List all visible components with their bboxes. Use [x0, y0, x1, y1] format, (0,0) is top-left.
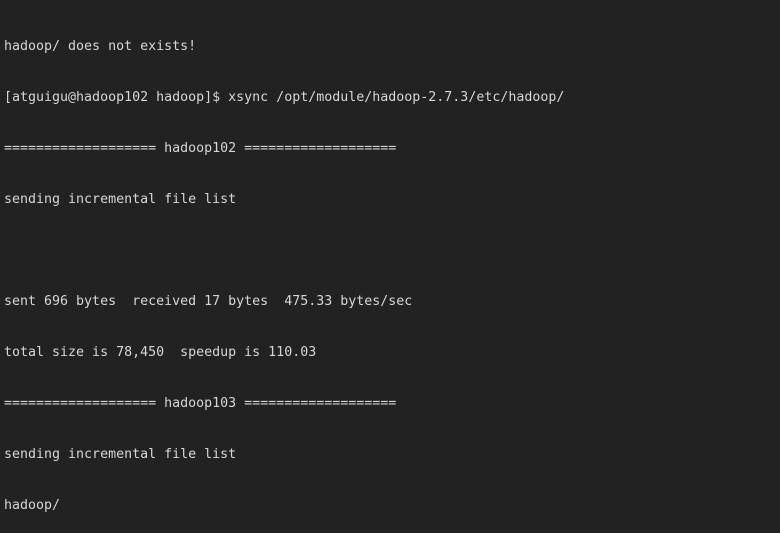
terminal-line-output: hadoop/ does not exists! [4, 39, 197, 54]
terminal-window[interactable]: hadoop/ does not exists! [atguigu@hadoop… [0, 0, 780, 533]
terminal-line-output: hadoop/ [4, 498, 61, 513]
terminal-screen[interactable]: hadoop/ does not exists! [atguigu@hadoop… [4, 0, 564, 533]
terminal-line-separator-hadoop103: =================== hadoop103 ==========… [4, 396, 397, 411]
terminal-line-output: total size is 78,450 speedup is 110.03 [4, 345, 317, 360]
terminal-line-prompt-command: [atguigu@hadoop102 hadoop]$ xsync /opt/m… [4, 90, 565, 105]
terminal-line-output: sent 696 bytes received 17 bytes 475.33 … [4, 294, 413, 309]
terminal-line-separator-hadoop102: =================== hadoop102 ==========… [4, 141, 397, 156]
terminal-line-output: sending incremental file list [4, 192, 237, 207]
terminal-line-output: sending incremental file list [4, 447, 237, 462]
